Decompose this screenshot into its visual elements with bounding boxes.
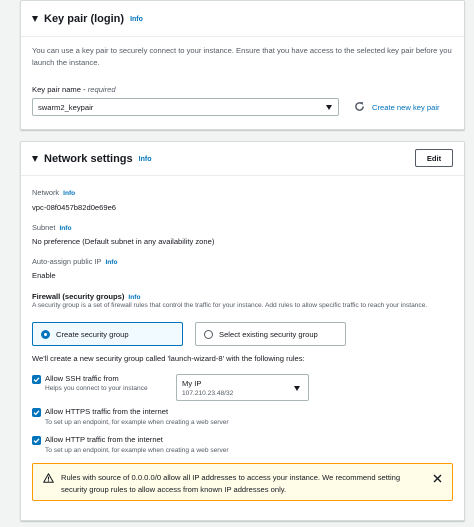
network-value: vpc-08f0457b82d0e69e6 <box>32 203 117 212</box>
firewall-label-text: Firewall (security groups) <box>32 292 125 301</box>
ssh-source-ip: 107.210.23.48/32 <box>182 390 234 397</box>
refresh-icon[interactable] <box>354 101 365 112</box>
network-field-info-link[interactable]: Info <box>63 190 75 197</box>
auto-ip-label-text: Auto-assign public IP <box>32 257 102 266</box>
network-field-label: Network Info <box>32 188 75 197</box>
http-description: To set up an endpoint, for example when … <box>45 447 229 454</box>
key-pair-select[interactable]: swarm2_keypair <box>32 98 339 116</box>
warning-icon <box>43 473 54 483</box>
network-title: Network settings <box>44 153 133 165</box>
ssh-source-select[interactable]: My IP 107.210.23.48/32 <box>176 374 309 401</box>
select-existing-group-label: Select existing security group <box>219 329 318 339</box>
ssh-description: Helps you connect to your instance <box>45 385 148 392</box>
radio-unselected-icon <box>204 329 213 339</box>
ssh-source-value: My IP <box>182 379 202 388</box>
network-label-text: Network <box>32 188 60 197</box>
key-pair-label-text: Key pair name - <box>32 85 88 94</box>
required-marker: required <box>87 85 116 94</box>
key-pair-title: Key pair (login) <box>44 13 125 25</box>
subnet-label-text: Subnet <box>32 223 56 232</box>
ssh-label: Allow SSH traffic from <box>45 374 119 383</box>
header-divider <box>21 36 464 37</box>
network-header[interactable]: Network settings Info <box>32 153 151 165</box>
subnet-value: No preference (Default subnet in any ava… <box>32 237 215 246</box>
subnet-info-link[interactable]: Info <box>59 225 71 232</box>
auto-ip-info-link[interactable]: Info <box>105 259 117 266</box>
warning-text: Rules with source of 0.0.0.0/0 allow all… <box>61 473 401 494</box>
warning-alert: Rules with source of 0.0.0.0/0 allow all… <box>32 463 453 501</box>
edit-button[interactable]: Edit <box>415 149 453 167</box>
auto-ip-value: Enable <box>32 271 56 280</box>
select-existing-group-radio[interactable]: Select existing security group <box>195 322 346 346</box>
key-pair-description: You can use a key pair to securely conne… <box>32 46 452 67</box>
create-security-group-radio[interactable]: Create security group <box>32 322 183 346</box>
https-checkbox[interactable] <box>32 408 41 417</box>
close-icon[interactable] <box>433 474 442 483</box>
auto-ip-field-label: Auto-assign public IP Info <box>32 257 118 266</box>
caret-down-icon[interactable] <box>32 16 38 22</box>
create-security-group-label: Create security group <box>56 329 129 339</box>
key-pair-header[interactable]: Key pair (login) Info <box>32 13 143 25</box>
radio-selected-icon <box>41 329 50 339</box>
key-pair-info-link[interactable]: Info <box>130 16 143 23</box>
firewall-description: A security group is a set of firewall ru… <box>32 302 428 309</box>
header-divider <box>21 175 464 176</box>
key-pair-field-label: Key pair name - required <box>32 85 116 94</box>
subnet-field-label: Subnet Info <box>32 223 72 232</box>
http-checkbox[interactable] <box>32 436 41 445</box>
firewall-field-label: Firewall (security groups) Info <box>32 292 141 301</box>
https-label: Allow HTTPS traffic from the internet <box>45 407 169 416</box>
create-key-pair-link[interactable]: Create new key pair <box>372 103 440 112</box>
network-settings-panel: Network settings Info Edit Network Info v… <box>20 141 465 521</box>
chevron-down-icon <box>294 386 300 391</box>
network-info-link[interactable]: Info <box>139 156 152 163</box>
checkmark-icon <box>33 377 40 383</box>
chevron-down-icon <box>326 105 332 110</box>
https-description: To set up an endpoint, for example when … <box>45 419 229 426</box>
http-label: Allow HTTP traffic from the internet <box>45 435 163 444</box>
checkmark-icon <box>33 438 40 444</box>
key-pair-selected-value: swarm2_keypair <box>38 102 94 112</box>
checkmark-icon <box>33 410 40 416</box>
caret-down-icon[interactable] <box>32 156 38 162</box>
ssh-checkbox[interactable] <box>32 375 41 384</box>
rules-intro: We'll create a new security group called… <box>32 354 305 363</box>
firewall-info-link[interactable]: Info <box>128 294 140 301</box>
key-pair-panel: Key pair (login) Info You can use a key … <box>20 0 465 130</box>
